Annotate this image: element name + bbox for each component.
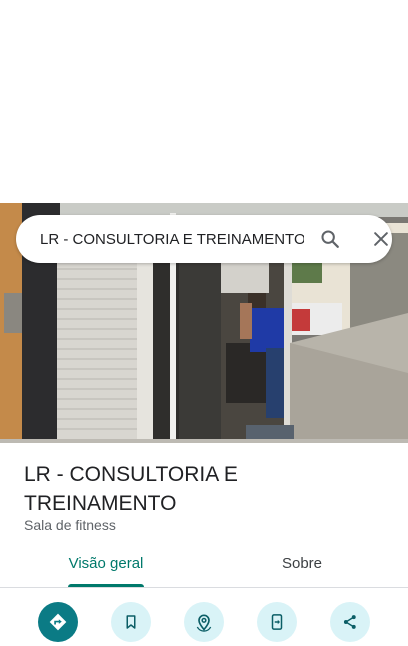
save-button[interactable] xyxy=(111,602,151,642)
search-input[interactable]: LR - CONSULTORIA E TREINAMENTO xyxy=(40,229,304,251)
close-icon xyxy=(374,232,388,246)
place-category: Sala de fitness xyxy=(24,517,116,533)
close-button[interactable] xyxy=(367,225,395,253)
tab-overview[interactable]: Visão geral xyxy=(62,548,150,588)
search-bar[interactable]: LR - CONSULTORIA E TREINAMENTO xyxy=(16,215,392,263)
directions-icon xyxy=(49,613,67,631)
tab-about[interactable]: Sobre xyxy=(258,548,346,588)
blank-area xyxy=(0,0,408,203)
search-icon xyxy=(321,230,339,248)
directions-button[interactable] xyxy=(38,602,78,642)
search-button[interactable] xyxy=(316,225,344,253)
send-to-phone-icon xyxy=(271,614,283,630)
nearby-icon xyxy=(196,614,212,632)
tab-bar: Visão geral Sobre xyxy=(0,548,408,588)
share-button[interactable] xyxy=(330,602,370,642)
place-title: LR - CONSULTORIA E TREINAMENTO xyxy=(24,463,238,515)
share-icon xyxy=(343,615,356,629)
action-row xyxy=(0,602,408,642)
tab-selected-indicator xyxy=(68,584,144,587)
send-to-phone-button[interactable] xyxy=(257,602,297,642)
bookmark-icon xyxy=(126,615,136,629)
nearby-button[interactable] xyxy=(184,602,224,642)
